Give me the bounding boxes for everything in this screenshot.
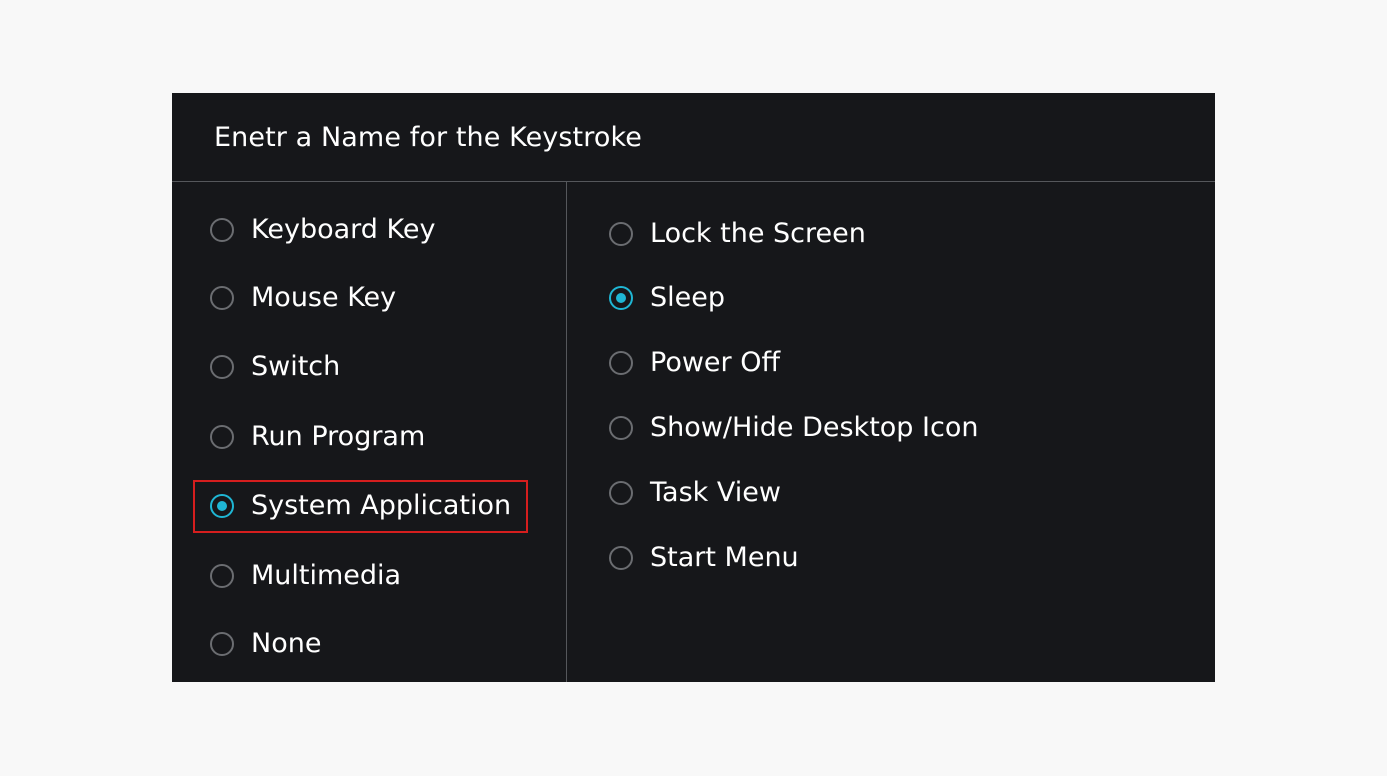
option-lock-the-screen[interactable]: Lock the Screen: [609, 214, 866, 254]
option-label: Lock the Screen: [650, 218, 866, 249]
option-mouse-key[interactable]: Mouse Key: [210, 278, 396, 318]
radio-button-icon[interactable]: [609, 481, 633, 505]
radio-button-icon[interactable]: [609, 416, 633, 440]
option-label: Multimedia: [251, 560, 402, 591]
option-label: Start Menu: [650, 542, 799, 573]
option-label: Show/Hide Desktop Icon: [650, 412, 979, 443]
dialog-title: Enetr a Name for the Keystroke: [214, 122, 642, 153]
radio-button-icon[interactable]: [210, 218, 234, 242]
option-multimedia[interactable]: Multimedia: [210, 556, 401, 596]
option-show-hide-desktop-icon[interactable]: Show/Hide Desktop Icon: [609, 408, 978, 448]
option-label: Mouse Key: [251, 282, 397, 313]
option-task-view[interactable]: Task View: [609, 473, 781, 513]
keystroke-dialog: Enetr a Name for the Keystroke Keyboard …: [172, 93, 1215, 682]
option-run-program[interactable]: Run Program: [210, 417, 425, 457]
radio-button-icon[interactable]: [609, 222, 633, 246]
radio-button-checked-icon[interactable]: [210, 494, 234, 518]
option-keyboard-key[interactable]: Keyboard Key: [210, 210, 435, 250]
radio-button-icon[interactable]: [210, 425, 234, 449]
option-sleep[interactable]: Sleep: [609, 278, 725, 318]
dialog-header: Enetr a Name for the Keystroke: [172, 93, 1215, 182]
radio-button-icon[interactable]: [210, 286, 234, 310]
option-none[interactable]: None: [210, 624, 321, 664]
option-start-menu[interactable]: Start Menu: [609, 538, 799, 578]
option-label: None: [251, 628, 322, 659]
column-divider: [566, 182, 567, 682]
option-label: Keyboard Key: [251, 214, 436, 245]
radio-button-checked-icon[interactable]: [609, 286, 633, 310]
option-label: System Application: [251, 490, 512, 521]
option-label: Run Program: [251, 421, 426, 452]
option-power-off[interactable]: Power Off: [609, 343, 780, 383]
option-system-application[interactable]: System Application: [210, 486, 511, 526]
option-label: Power Off: [650, 347, 781, 378]
option-label: Sleep: [650, 282, 726, 313]
option-label: Task View: [650, 477, 781, 508]
radio-button-icon[interactable]: [609, 546, 633, 570]
radio-button-icon[interactable]: [609, 351, 633, 375]
radio-button-icon[interactable]: [210, 355, 234, 379]
radio-button-icon[interactable]: [210, 632, 234, 656]
option-switch[interactable]: Switch: [210, 347, 340, 387]
option-label: Switch: [251, 351, 341, 382]
radio-button-icon[interactable]: [210, 564, 234, 588]
